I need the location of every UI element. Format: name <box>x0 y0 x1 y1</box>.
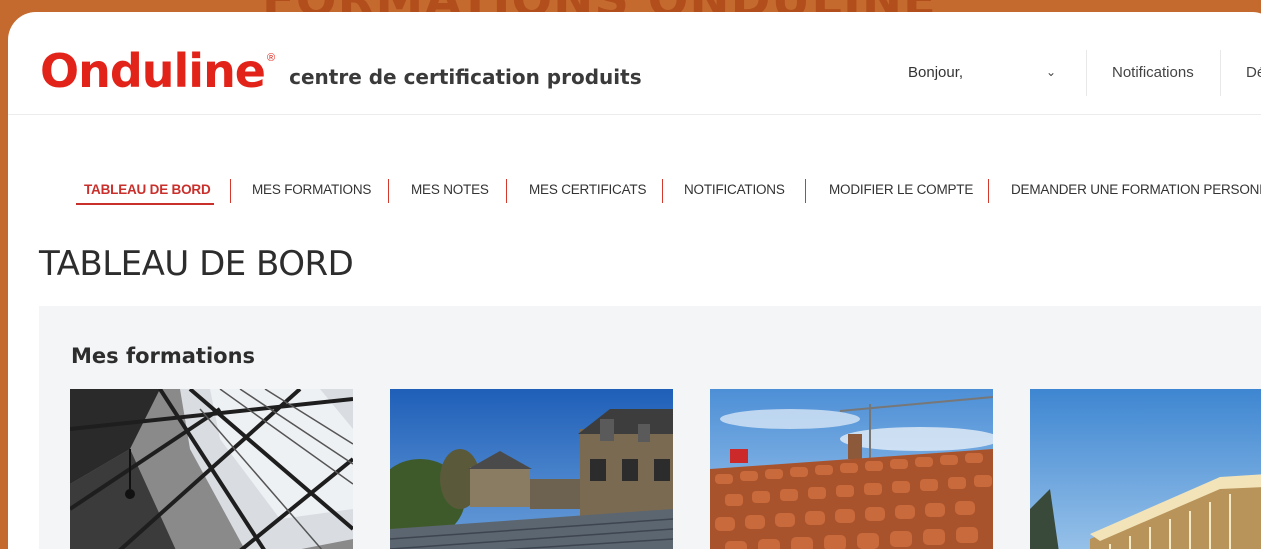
nav-modifier-le-compte[interactable]: MODIFIER LE COMPTE <box>829 182 973 197</box>
notifications-link[interactable]: Notifications <box>1112 64 1194 81</box>
formations-panel: Mes formations <box>39 306 1261 549</box>
page-title: TABLEAU DE BORD <box>39 244 354 284</box>
section-title: Mes formations <box>71 344 256 368</box>
nav-divider <box>988 179 989 203</box>
nav-mes-notes[interactable]: MES NOTES <box>411 182 489 197</box>
modern-building-image[interactable] <box>1030 389 1261 549</box>
nav-divider <box>388 179 389 203</box>
logo-wordmark: Onduline <box>40 44 266 98</box>
tile-roof-image[interactable] <box>710 389 993 549</box>
main-nav: TABLEAU DE BORD MES FORMATIONS MES NOTES… <box>8 177 1261 207</box>
site-header: Onduline ® centre de certification produ… <box>8 12 1261 115</box>
app-window: Onduline ® centre de certification produ… <box>8 12 1261 549</box>
nav-tableau-de-bord[interactable]: TABLEAU DE BORD <box>84 182 211 197</box>
nav-mes-formations[interactable]: MES FORMATIONS <box>252 182 371 197</box>
nav-divider <box>230 179 231 203</box>
nav-mes-certificats[interactable]: MES CERTIFICATS <box>529 182 646 197</box>
onduline-logo[interactable]: Onduline ® centre de certification produ… <box>40 48 642 94</box>
nav-demander-formation[interactable]: DEMANDER UNE FORMATION PERSONNALISÉE <box>1011 182 1261 197</box>
warehouse-roof-image[interactable] <box>70 389 353 549</box>
house-roof-image[interactable] <box>390 389 673 549</box>
active-tab-underline <box>76 203 214 205</box>
nav-divider <box>662 179 663 203</box>
user-greeting[interactable]: Bonjour, <box>908 64 963 81</box>
header-divider <box>1086 50 1087 96</box>
registered-mark: ® <box>267 52 276 64</box>
nav-notifications[interactable]: NOTIFICATIONS <box>684 182 785 197</box>
chevron-down-icon[interactable]: ⌄ <box>1046 65 1056 79</box>
site-subtitle: centre de certification produits <box>289 65 642 89</box>
nav-divider <box>506 179 507 203</box>
logout-link[interactable]: Dé <box>1246 64 1261 81</box>
nav-divider <box>805 179 806 203</box>
header-divider <box>1220 50 1221 96</box>
